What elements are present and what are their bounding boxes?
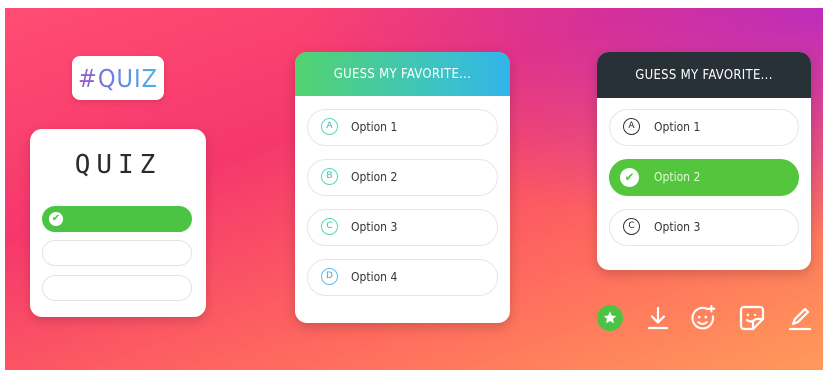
quiz-option-2-correct[interactable]: ✔ Option 2 [609, 159, 799, 196]
quiz-card-header: GUESS MY FAVORITE... [295, 52, 510, 96]
option-label: Option 2 [654, 170, 701, 184]
story-canvas: #QUIZ QUIZ ✔ GUESS MY FAVORITE... A Opti… [5, 8, 823, 370]
mini-quiz-title: QUIZ [74, 150, 162, 180]
quiz-card-header: GUESS MY FAVORITE... [597, 52, 811, 98]
quiz-card-dark[interactable]: GUESS MY FAVORITE... A Option 1 ✔ Option… [597, 52, 811, 270]
option-letter-badge: C [623, 218, 640, 235]
quiz-option-1[interactable]: A Option 1 [307, 109, 498, 146]
option-letter-badge: D [321, 268, 338, 285]
quiz-option-2[interactable]: B Option 2 [307, 159, 498, 196]
option-label: Option 4 [351, 270, 398, 284]
check-icon: ✔ [49, 212, 63, 226]
face-effects-icon[interactable] [689, 304, 717, 332]
option-letter-badge: A [623, 118, 640, 135]
option-label: Option 3 [654, 220, 701, 234]
option-letter-badge: A [321, 118, 338, 135]
mini-option[interactable] [42, 240, 192, 266]
star-badge-icon[interactable] [596, 304, 624, 332]
draw-pen-icon[interactable] [786, 304, 814, 332]
option-letter-badge: C [321, 218, 338, 235]
option-label: Option 3 [351, 220, 398, 234]
hashtag-text: #QUIZ [77, 63, 159, 93]
quiz-option-3[interactable]: C Option 3 [609, 209, 799, 246]
option-label: Option 2 [351, 170, 398, 184]
quiz-option-1[interactable]: A Option 1 [609, 109, 799, 146]
download-icon[interactable] [644, 304, 672, 332]
option-label: Option 1 [654, 120, 701, 134]
sticker-icon[interactable] [738, 304, 766, 332]
mini-option-correct[interactable]: ✔ [42, 206, 192, 232]
option-label: Option 1 [351, 120, 398, 134]
quiz-card-gradient[interactable]: GUESS MY FAVORITE... A Option 1 B Option… [295, 52, 510, 323]
quiz-option-4[interactable]: D Option 4 [307, 259, 498, 296]
mini-quiz-card[interactable]: QUIZ ✔ [30, 129, 206, 317]
mini-option[interactable] [42, 275, 192, 301]
hashtag-sticker[interactable]: #QUIZ [72, 56, 164, 100]
option-letter-badge: B [321, 168, 338, 185]
check-icon: ✔ [620, 168, 639, 187]
quiz-option-3[interactable]: C Option 3 [307, 209, 498, 246]
